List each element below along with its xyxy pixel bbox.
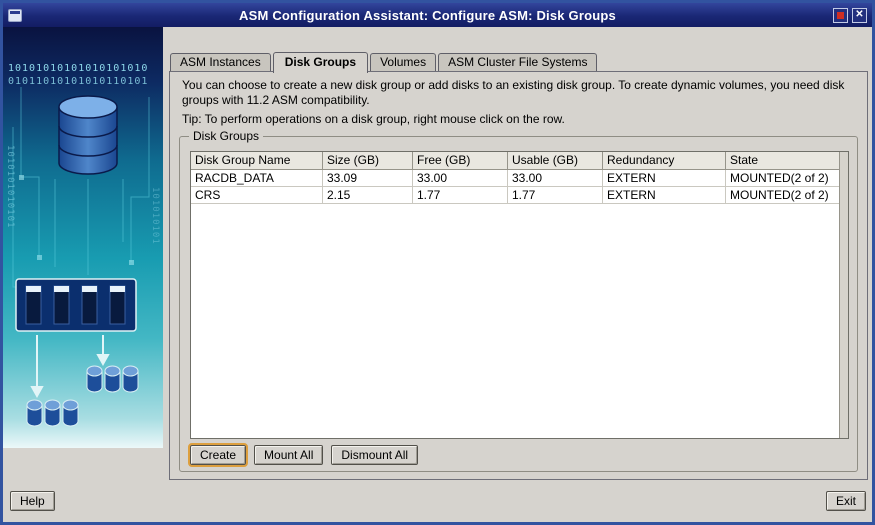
disk-stack-icon <box>26 399 79 427</box>
titlebar[interactable]: ASM Configuration Assistant: Configure A… <box>3 3 872 27</box>
close-button[interactable]: ✕ <box>852 7 867 23</box>
vertical-scrollbar[interactable] <box>839 152 848 438</box>
description-text: You can choose to create a new disk grou… <box>182 78 845 107</box>
column-header-redundancy[interactable]: Redundancy <box>603 152 726 170</box>
table-cell[interactable]: MOUNTED(2 of 2) <box>726 187 839 204</box>
table-cell[interactable]: 33.00 <box>413 170 508 187</box>
create-button[interactable]: Create <box>187 443 249 467</box>
table-cell[interactable]: 1.77 <box>508 187 603 204</box>
window-menu-icon[interactable] <box>8 8 22 22</box>
disk-array-icon <box>15 278 137 332</box>
column-header-usable[interactable]: Usable (GB) <box>508 152 603 170</box>
mount-all-button[interactable]: Mount All <box>254 445 324 465</box>
column-header-free[interactable]: Free (GB) <box>413 152 508 170</box>
table-cell[interactable]: 33.09 <box>323 170 413 187</box>
tab-volumes[interactable]: Volumes <box>370 53 437 71</box>
asmca-window: ASM Configuration Assistant: Configure A… <box>0 0 875 525</box>
column-header-state[interactable]: State <box>726 152 839 170</box>
tab-asm-cluster-file-systems[interactable]: ASM Cluster File Systems <box>438 53 598 71</box>
disk-groups-table: Disk Group Name Size (GB) Free (GB) Usab… <box>190 151 849 439</box>
sidebar-artwork: 10101010101010101010 0101101010101011010… <box>3 27 163 448</box>
table-cell[interactable]: MOUNTED(2 of 2) <box>726 170 839 187</box>
disk-groups-groupbox: Disk Groups Disk Group Name Size (GB) Fr… <box>179 129 858 472</box>
table-body: Disk Group Name Size (GB) Free (GB) Usab… <box>191 152 839 438</box>
sidebar-graphic <box>12 87 150 427</box>
table-empty-area <box>191 204 839 438</box>
disk-stack-icon <box>86 365 139 393</box>
table-header-row: Disk Group Name Size (GB) Free (GB) Usab… <box>191 152 839 170</box>
column-header-disk-group-name[interactable]: Disk Group Name <box>191 152 323 170</box>
tab-asm-instances[interactable]: ASM Instances <box>170 53 271 71</box>
database-cylinder-icon <box>58 95 118 175</box>
minimize-button[interactable] <box>833 7 848 23</box>
table-buttons: Create Mount All Dismount All <box>187 443 419 467</box>
table-row[interactable]: CRS 2.15 1.77 1.77 EXTERN MOUNTED(2 of 2… <box>191 187 839 204</box>
content-panel: You can choose to create a new disk grou… <box>169 71 868 480</box>
tab-disk-groups[interactable]: Disk Groups <box>272 52 369 73</box>
groupbox-title: Disk Groups <box>189 129 264 143</box>
help-button[interactable]: Help <box>10 491 55 511</box>
table-cell[interactable]: 1.77 <box>413 187 508 204</box>
column-header-size[interactable]: Size (GB) <box>323 152 413 170</box>
window-controls: ✕ <box>833 7 867 23</box>
dismount-all-button[interactable]: Dismount All <box>331 445 419 465</box>
minimize-icon <box>837 11 844 19</box>
table-cell[interactable]: EXTERN <box>603 170 726 187</box>
table-cell[interactable]: RACDB_DATA <box>191 170 323 187</box>
table-cell[interactable]: 2.15 <box>323 187 413 204</box>
tab-bar: ASM Instances Disk Groups Volumes ASM Cl… <box>170 52 599 73</box>
table-cell[interactable]: EXTERN <box>603 187 726 204</box>
table-cell[interactable]: CRS <box>191 187 323 204</box>
exit-button[interactable]: Exit <box>825 491 866 511</box>
table-row[interactable]: RACDB_DATA 33.09 33.00 33.00 EXTERN MOUN… <box>191 170 839 187</box>
table-cell[interactable]: 33.00 <box>508 170 603 187</box>
window-title: ASM Configuration Assistant: Configure A… <box>239 7 616 23</box>
tip-text: Tip: To perform operations on a disk gro… <box>182 112 565 126</box>
